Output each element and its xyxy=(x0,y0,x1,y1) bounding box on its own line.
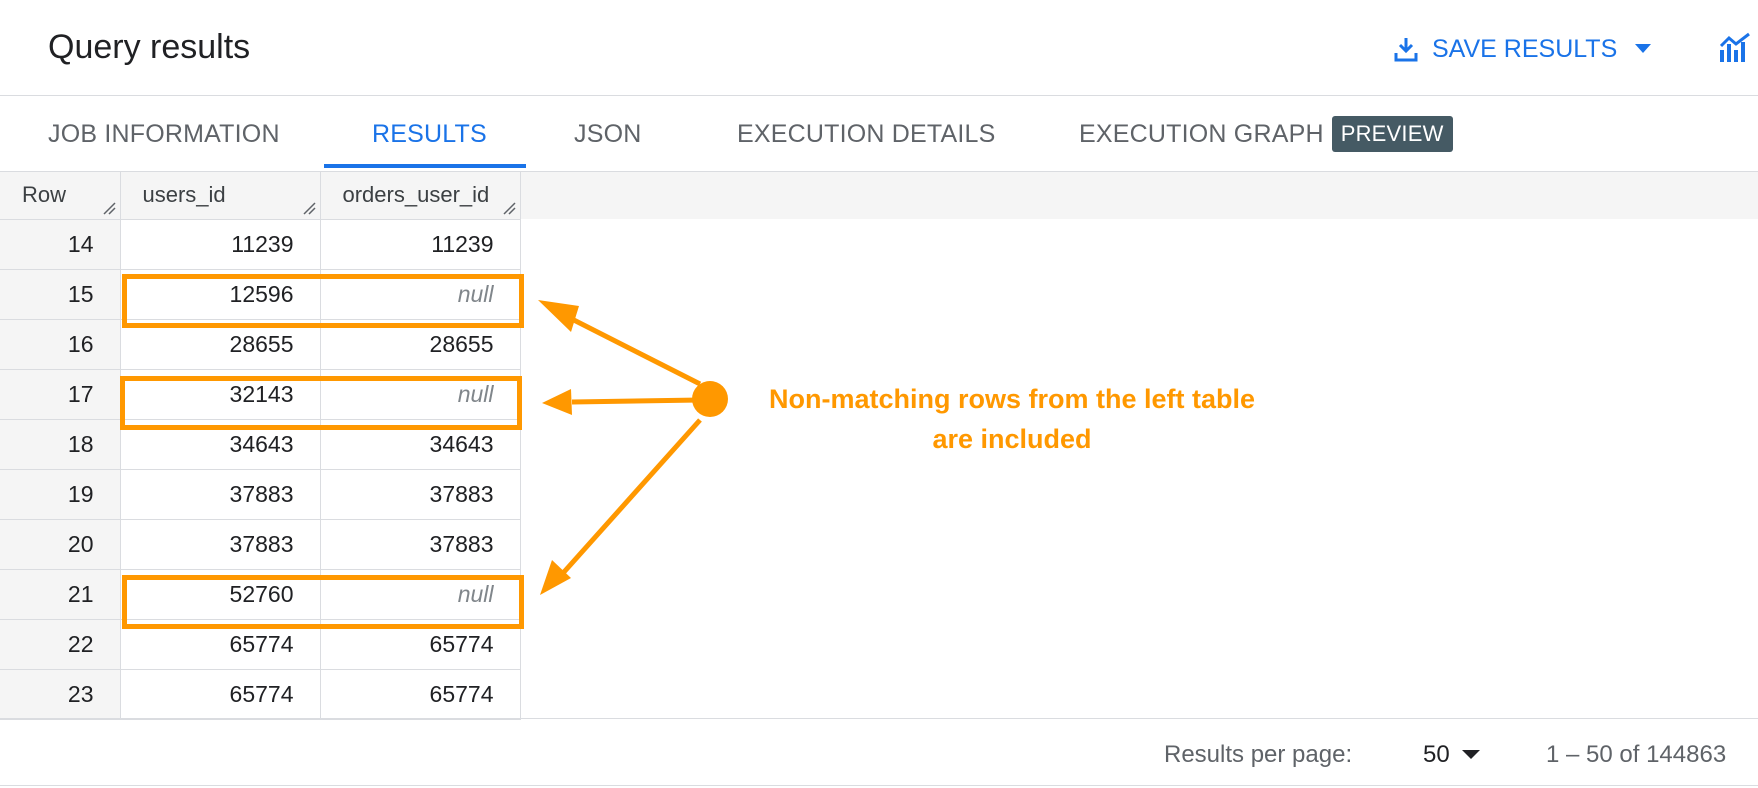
annotation-text: Non-matching rows from the left table ar… xyxy=(752,379,1272,459)
results-per-page-label: Results per page: xyxy=(1164,741,1353,768)
arrow-head xyxy=(542,389,572,415)
arrow-head xyxy=(538,300,579,332)
annotation-dot xyxy=(692,381,728,417)
footer-divider xyxy=(0,785,1758,786)
caret-down-icon xyxy=(1461,750,1480,759)
results-per-page-select[interactable]: 50 xyxy=(1423,741,1480,769)
annotation-line-1: Non-matching rows from the left table xyxy=(768,384,1256,414)
arrow-head xyxy=(540,560,571,595)
annotation-line-2: are included xyxy=(932,424,1092,454)
results-per-page-value: 50 xyxy=(1423,741,1450,768)
pagination-range: 1 – 50 of 144863 xyxy=(1546,741,1727,768)
pagination-footer: Results per page: 50 1 – 50 of 144863 xyxy=(0,718,1758,788)
